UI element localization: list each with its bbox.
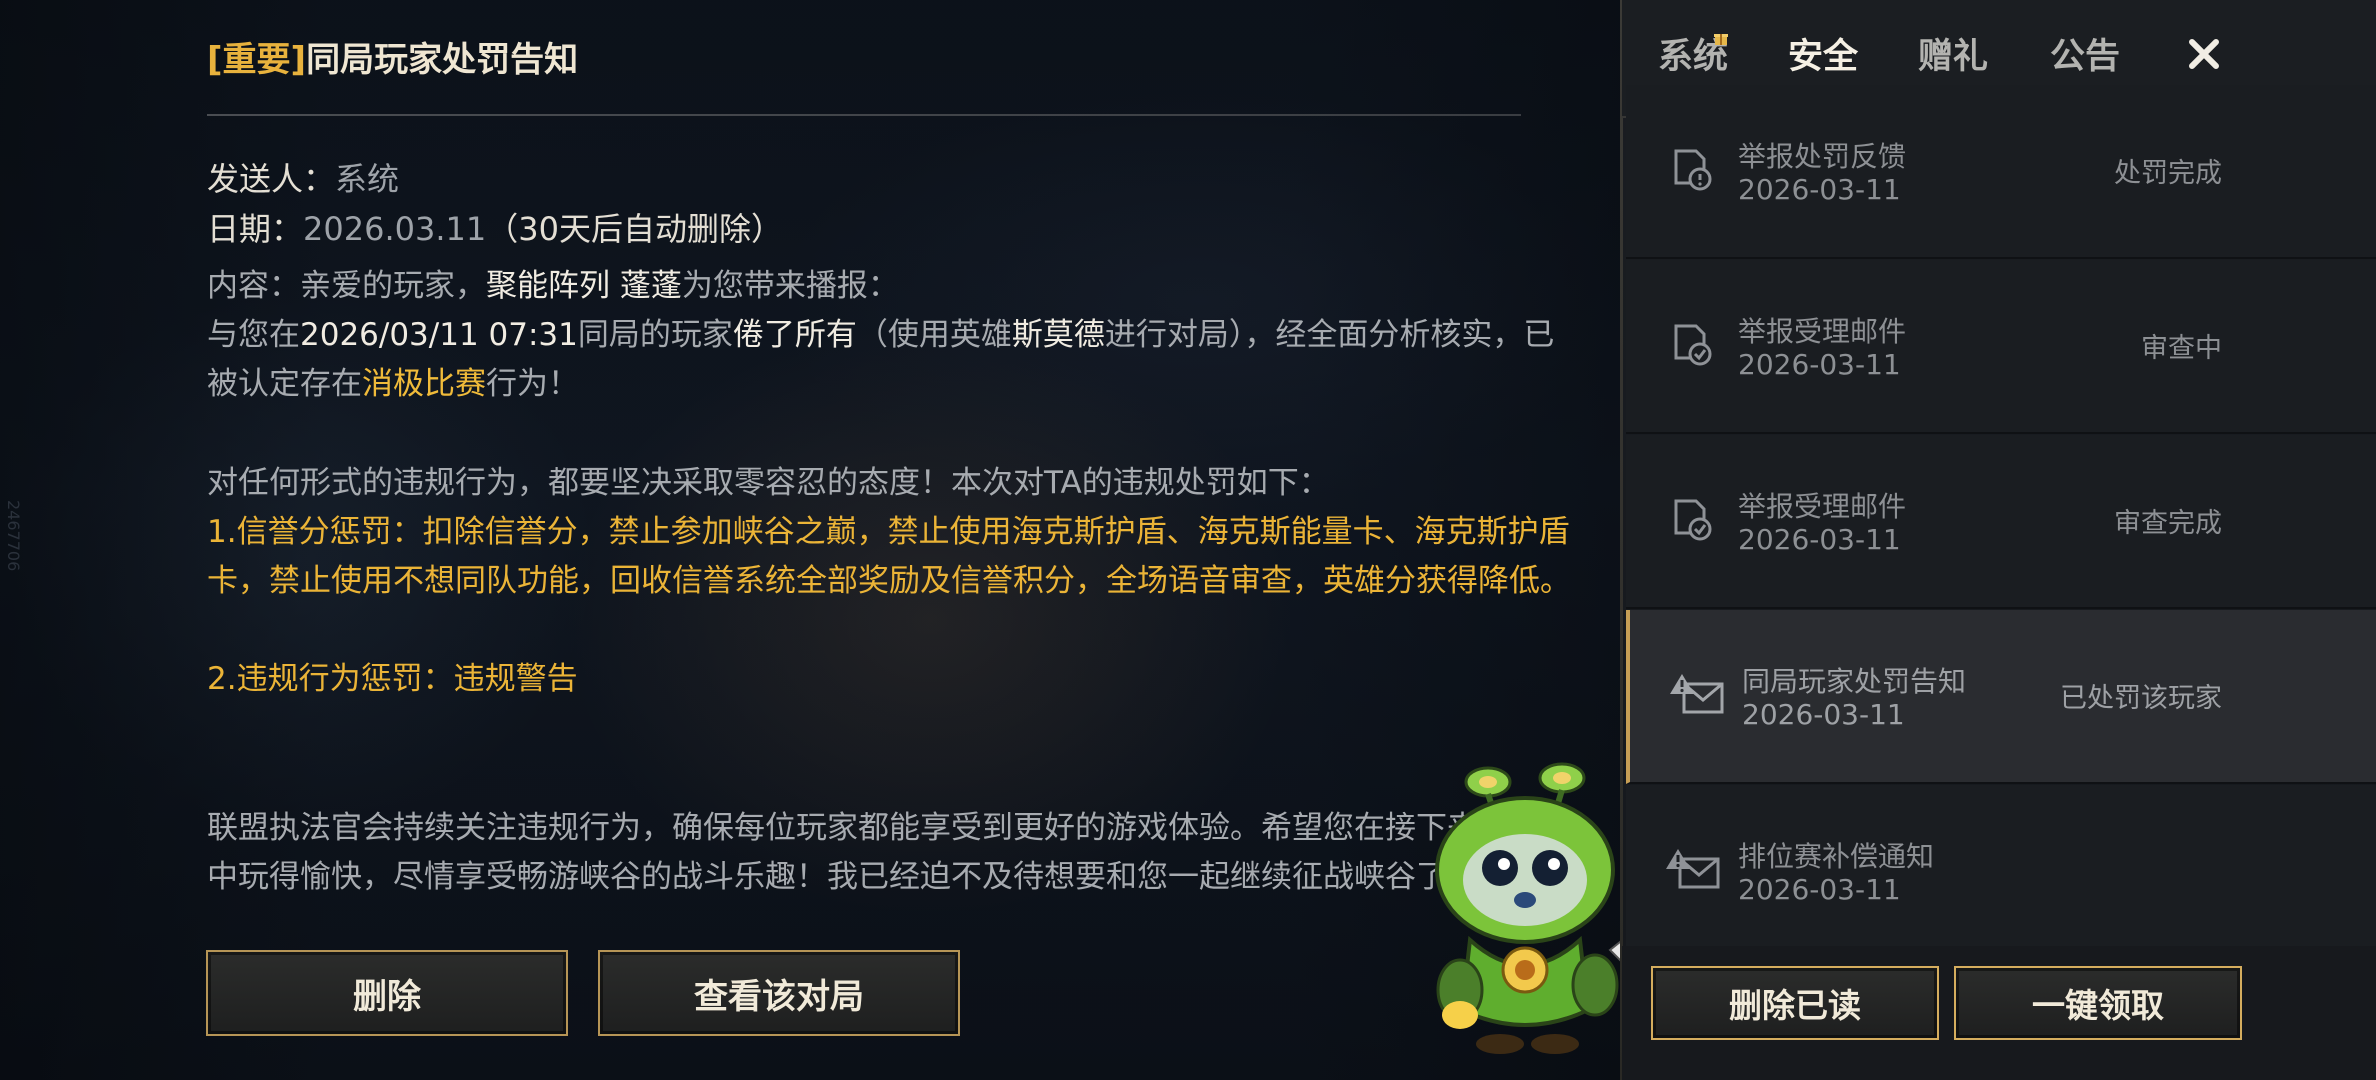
mail-item-name: 举报受理邮件 <box>1738 315 1907 348</box>
content-policy: 对任何形式的违规行为，都要坚决采取零容忍的态度！本次对TA的违规处罚如下： <box>207 465 1330 501</box>
title-divider <box>207 114 1521 116</box>
content-report-c: 同局的玩家 <box>577 317 733 353</box>
side-id-tag: 2467706 <box>4 500 23 572</box>
mail-list-item[interactable]: 排位赛补偿通知 2026-03-11 <box>1626 785 2376 959</box>
content-intro-c: 为您带来播报： <box>681 268 899 304</box>
tab-announcements[interactable]: 公告 <box>2050 28 2120 79</box>
mail-item-name: 举报处罚反馈 <box>1738 140 1907 173</box>
match-time: 2026/03/11 07:31 <box>300 317 578 353</box>
date-label: 日期： <box>207 210 304 248</box>
view-match-button[interactable]: 查看该对局 <box>598 950 960 1036</box>
content-announcer: 聚能阵列 蓬蓬 <box>486 268 682 304</box>
tab-gifts[interactable]: 赠礼 <box>1918 28 1988 79</box>
mail-item-status: 审查完成 <box>2114 508 2222 539</box>
hero-name: 斯莫德 <box>1011 317 1105 353</box>
date-note: （30天后自动删除） <box>486 210 783 248</box>
mail-item-date: 2026-03-11 <box>1738 873 1901 906</box>
gift-badge-icon <box>1714 34 1728 45</box>
content-report: 与您在2026/03/11 07:31同局的玩家倦了所有（使用英雄斯莫德进行对局… <box>207 311 1575 409</box>
warning-mail-icon <box>1666 849 1720 889</box>
mail-list-item-selected[interactable]: 同局玩家处罚告知 2026-03-11 已处罚该玩家 <box>1626 610 2376 784</box>
report-accepted-icon <box>1674 324 1712 366</box>
mail-item-date: 2026-03-11 <box>1742 698 1905 731</box>
penalty-2: 2.违规行为惩罚：违规警告 <box>207 661 578 697</box>
mail-item-date: 2026-03-11 <box>1738 348 1901 381</box>
sender-value: 系统 <box>335 160 400 198</box>
content-intro: 内容：亲爱的玩家，聚能阵列 蓬蓬为您带来播报： <box>207 262 1587 311</box>
mail-item-name: 举报受理邮件 <box>1738 490 1907 523</box>
violation-type: 消极比赛 <box>362 366 486 402</box>
player-name: 倦了所有 <box>732 317 857 353</box>
date-value: 2026.03.11 <box>303 210 487 248</box>
panel-edge <box>1620 0 1623 1080</box>
report-penalty-icon <box>1674 149 1712 191</box>
claim-all-button[interactable]: 一键领取 <box>1954 966 2242 1040</box>
mail-item-name: 排位赛补偿通知 <box>1738 840 1935 873</box>
report-accepted-icon <box>1674 499 1712 541</box>
mail-item-date: 2026-03-11 <box>1738 523 1901 556</box>
close-icon[interactable] <box>2184 34 2224 74</box>
delete-read-button[interactable]: 删除已读 <box>1651 966 1939 1040</box>
mail-item-status: 已处罚该玩家 <box>2060 683 2222 714</box>
mail-item-status: 处罚完成 <box>2114 158 2222 189</box>
delete-button[interactable]: 删除 <box>206 950 568 1036</box>
sender-label: 发送人： <box>207 160 336 198</box>
mail-item-status: 审查中 <box>2141 333 2222 364</box>
mail-title-text: 同局玩家处罚告知 <box>306 40 579 80</box>
content-report-a: 与您在 <box>207 317 300 353</box>
mascot-character <box>1435 762 1637 1054</box>
content-report-e: （使用英雄 <box>856 317 1012 353</box>
date-line: 日期：2026.03.11（30天后自动删除） <box>207 204 783 250</box>
mail-title: [重要]同局玩家处罚告知 <box>207 32 578 81</box>
penalty-1: 1.信誉分惩罚：扣除信誉分，禁止参加峡谷之巅，禁止使用海克斯护盾、海克斯能量卡、… <box>207 514 1571 599</box>
mail-list-item[interactable]: 举报受理邮件 2026-03-11 审查中 <box>1626 260 2376 434</box>
tab-security[interactable]: 安全 <box>1788 28 1858 79</box>
mail-item-name: 同局玩家处罚告知 <box>1742 665 1967 698</box>
mail-title-tag: [重要] <box>207 40 307 80</box>
sender-line: 发送人：系统 <box>207 154 399 200</box>
warning-mail-icon <box>1670 674 1724 714</box>
mail-item-date: 2026-03-11 <box>1738 173 1901 206</box>
mail-list-item[interactable]: 举报受理邮件 2026-03-11 审查完成 <box>1626 435 2376 609</box>
mail-list-item[interactable]: 举报处罚反馈 2026-03-11 处罚完成 <box>1626 85 2376 259</box>
content-report-i: 行为！ <box>486 366 579 402</box>
content-intro-a: 内容：亲爱的玩家， <box>207 268 486 304</box>
content-closing: 联盟执法官会持续关注违规行为，确保每位玩家都能享受到更好的游戏体验。希望您在接下… <box>207 810 1571 895</box>
